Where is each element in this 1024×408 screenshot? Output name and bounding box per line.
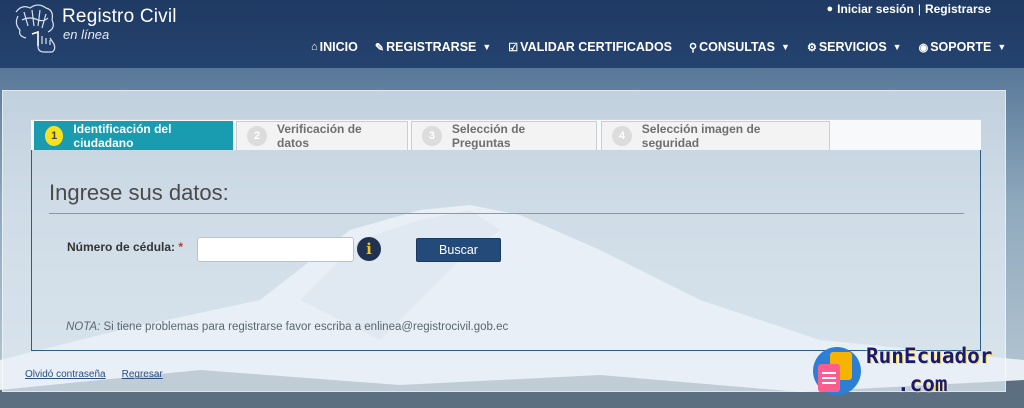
- tab-identificacion[interactable]: 1 Identificación del ciudadano: [34, 121, 233, 150]
- footer-links: Olvidó contraseña Regresar: [25, 369, 163, 380]
- tab-label: Verificación de datos: [277, 122, 362, 150]
- required-mark: *: [178, 240, 184, 254]
- nav-item-label: SERVICIOS: [818, 40, 887, 54]
- tab-label: Identificación del ciudadano: [73, 122, 172, 150]
- watermark-text-line1: RunEcuador: [866, 344, 993, 368]
- note-label: NOTA:: [66, 321, 101, 333]
- login-link[interactable]: Iniciar sesión: [837, 2, 914, 16]
- lifebuoy-icon: ◉: [918, 41, 929, 54]
- main-nav: ⌂ INICIO ✎ REGISTRARSE ▼ ☑ VALIDAR CERTI…: [311, 40, 1023, 54]
- watermark-logo-icon: [812, 346, 862, 396]
- search-button[interactable]: Buscar: [416, 238, 501, 262]
- back-link[interactable]: Regresar: [122, 369, 163, 380]
- step-number-badge: 3: [422, 126, 442, 146]
- forgot-password-link[interactable]: Olvidó contraseña: [25, 369, 106, 380]
- user-links: ● Iniciar sesión | Registrarse: [826, 2, 991, 16]
- logo-subtitle: en línea: [63, 27, 110, 42]
- cedula-label: Número de cédula: *: [67, 240, 183, 254]
- home-icon: ⌂: [311, 41, 318, 53]
- caret-down-icon: ▼: [997, 42, 1007, 52]
- nav-item-validar-certificados[interactable]: ☑ VALIDAR CERTIFICADOS: [508, 40, 672, 54]
- nav-item-servicios[interactable]: ⚙ SERVICIOS ▼: [807, 40, 902, 54]
- info-icon[interactable]: i: [357, 237, 381, 261]
- logo-title: Registro Civil: [62, 6, 177, 27]
- pencil-icon: ✎: [374, 41, 385, 54]
- watermark-text-line2: .com: [897, 372, 948, 396]
- caret-down-icon: ▼: [482, 42, 492, 52]
- top-navbar: Registro Civil en línea ● Iniciar sesión…: [0, 0, 1024, 68]
- heading-divider: [49, 213, 964, 214]
- caret-down-icon: ▼: [892, 42, 902, 52]
- step-number-badge: 2: [247, 126, 267, 146]
- tab-seleccion-preguntas[interactable]: 3 Selección de Preguntas: [411, 121, 597, 150]
- nav-item-label: SOPORTE: [930, 40, 992, 54]
- tab-seleccion-imagen[interactable]: 4 Selección imagen de seguridad: [601, 121, 830, 150]
- runecuador-watermark: RunEcuador .com: [812, 344, 1017, 400]
- checkbox-icon: ☑: [508, 41, 519, 54]
- cedula-input[interactable]: [197, 237, 354, 262]
- nav-item-registrarse[interactable]: ✎ REGISTRARSE ▼: [375, 40, 491, 54]
- search-icon: ⚲: [689, 41, 698, 54]
- tab-verificacion[interactable]: 2 Verificación de datos: [236, 121, 408, 150]
- user-icon: ●: [826, 3, 834, 15]
- cedula-label-text: Número de cédula:: [67, 240, 176, 254]
- form-heading: Ingrese sus datos:: [49, 180, 229, 205]
- register-link[interactable]: Registrarse: [925, 2, 991, 16]
- step-content: Ingrese sus datos: Número de cédula: * i…: [31, 150, 981, 351]
- nav-item-label: CONSULTAS: [699, 40, 776, 54]
- nav-item-label: INICIO: [319, 40, 358, 54]
- nav-item-inicio[interactable]: ⌂ INICIO: [311, 40, 358, 54]
- wizard-steps: 1 Identificación del ciudadano 2 Verific…: [31, 119, 981, 150]
- nav-item-soporte[interactable]: ◉ SOPORTE ▼: [919, 40, 1007, 54]
- registro-civil-logo-icon[interactable]: [8, 2, 60, 58]
- caret-down-icon: ▼: [781, 42, 790, 52]
- support-note: NOTA: Si tiene problemas para registrars…: [66, 321, 508, 333]
- tab-label: Selección de Preguntas: [451, 122, 526, 150]
- nav-item-label: REGISTRARSE: [386, 40, 477, 54]
- step-number-badge: 4: [612, 126, 632, 146]
- user-links-separator: |: [917, 2, 921, 16]
- nav-item-consultas[interactable]: ⚲ CONSULTAS ▼: [689, 40, 790, 54]
- nav-item-label: VALIDAR CERTIFICADOS: [520, 40, 673, 54]
- gears-icon: ⚙: [806, 41, 817, 54]
- tab-label: Selección imagen de seguridad: [641, 122, 761, 150]
- step-number-badge: 1: [45, 126, 64, 146]
- note-text: Si tiene problemas para registrarse favo…: [100, 321, 509, 333]
